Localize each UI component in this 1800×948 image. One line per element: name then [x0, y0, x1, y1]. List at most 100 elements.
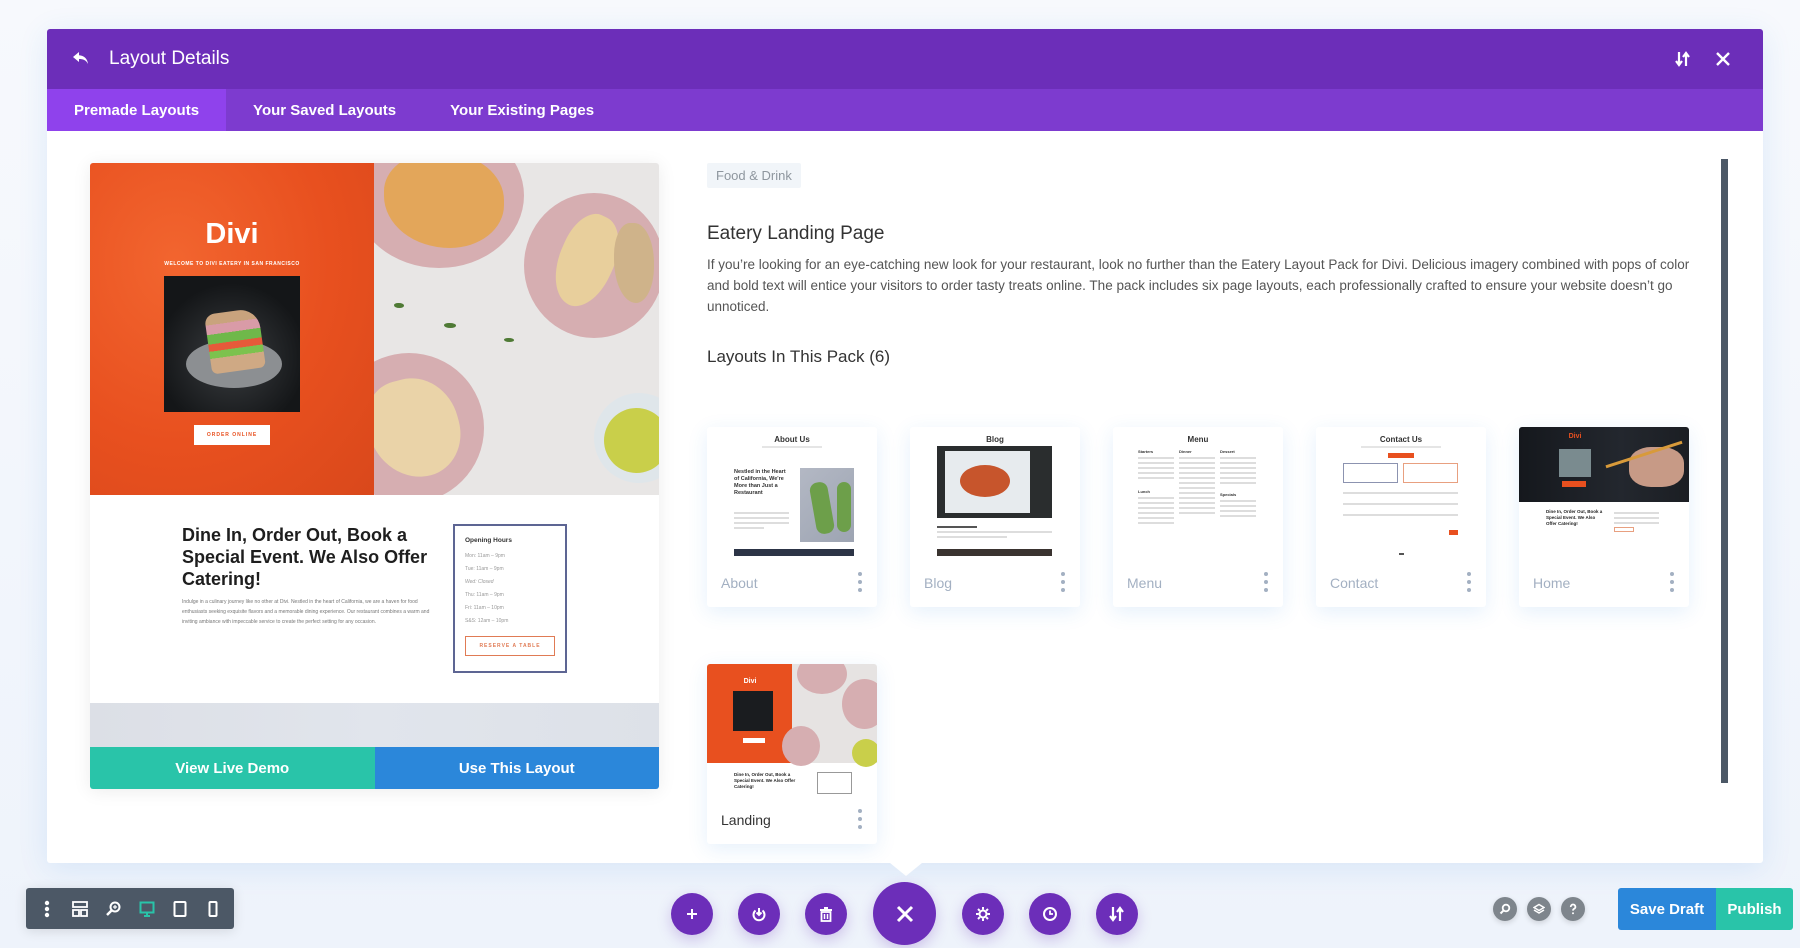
history-clock-icon	[1043, 907, 1057, 921]
thumb-title: About Us	[774, 435, 810, 444]
category-badge[interactable]: Food & Drink	[707, 163, 801, 188]
help-icon	[1569, 903, 1577, 915]
hero-orange-panel: Divi WELCOME TO DIVI EATERY IN SAN FRANC…	[90, 163, 374, 495]
reserve-table-button: RESERVE A TABLE	[465, 636, 555, 656]
load-from-library-button[interactable]	[738, 893, 780, 935]
history-button[interactable]	[1029, 893, 1071, 935]
layout-card-menu[interactable]	[1058, 572, 1068, 592]
hours-line: Mon: 11am – 9pm	[465, 553, 505, 559]
thumb-title: Blog	[986, 435, 1004, 444]
add-icon	[687, 909, 697, 919]
layout-title: Eatery Landing Page	[707, 223, 885, 244]
layout-thumbnail: About Us Nestled in the Heart of Califor…	[707, 427, 877, 557]
layers-icon	[1533, 903, 1545, 914]
hours-line: Fri: 11am – 10pm	[465, 605, 504, 611]
close-x-icon	[896, 905, 913, 922]
clear-layout-button[interactable]	[805, 893, 847, 935]
layout-card-blog[interactable]: Blog Blog	[910, 427, 1080, 607]
back-button[interactable]	[67, 45, 95, 73]
sort-button[interactable]	[1663, 39, 1703, 79]
layout-card-label: Blog	[924, 575, 953, 591]
layout-card-label: Home	[1533, 575, 1571, 591]
thumb-col: Dinner	[1179, 449, 1192, 454]
layout-card-landing[interactable]: Divi Dine In, Order Out, Book a Special …	[707, 664, 877, 844]
layout-card-label: Landing	[721, 812, 771, 828]
use-this-layout-button[interactable]: Use This Layout	[374, 747, 659, 789]
hours-line: Thu: 11am – 9pm	[465, 592, 504, 598]
publish-button[interactable]: Publish	[1716, 888, 1793, 930]
save-draft-button[interactable]: Save Draft	[1618, 888, 1716, 930]
add-button[interactable]	[671, 893, 713, 935]
modal-body: Divi WELCOME TO DIVI EATERY IN SAN FRANC…	[47, 131, 1763, 863]
settings-gear-icon	[976, 907, 990, 921]
layout-card-label: Menu	[1127, 575, 1163, 591]
layout-card-menu[interactable]: Menu Starters Lunch Dinner Dessert Speci…	[1113, 427, 1283, 607]
close-x-icon	[1716, 52, 1730, 66]
layout-description: If you’re looking for an eye-catching ne…	[707, 257, 1690, 314]
hero-order-button: ORDER ONLINE	[194, 425, 270, 445]
preview-footer-strip	[90, 703, 659, 747]
layout-preview: Divi WELCOME TO DIVI EATERY IN SAN FRANC…	[90, 163, 659, 789]
page-settings-button[interactable]	[962, 893, 1004, 935]
preview-info-section: Dine In, Order Out, Book a Special Event…	[90, 495, 659, 703]
hours-line: Tue: 11am – 9pm	[465, 566, 504, 572]
thumb-col: Lunch	[1138, 489, 1150, 494]
layout-details: Food & Drink Eatery Landing Page If you’…	[707, 163, 1707, 367]
portability-button[interactable]	[1096, 893, 1138, 935]
layout-thumbnail: Menu Starters Lunch Dinner Dessert Speci…	[1113, 427, 1283, 557]
thumb-col: Dessert	[1220, 449, 1235, 454]
tab-bar: Premade Layouts Your Saved Layouts Your …	[47, 89, 1763, 131]
trash-icon	[820, 906, 832, 922]
view-live-demo-button[interactable]: View Live Demo	[90, 747, 375, 789]
thumb-heading: Dine In, Order Out, Book a Special Event…	[734, 772, 796, 789]
layout-card-menu[interactable]	[855, 809, 865, 829]
layout-details-modal: Layout Details Premade Layouts Your Save…	[47, 29, 1763, 863]
sort-arrows-icon	[1675, 51, 1690, 67]
layout-thumbnail: Blog	[910, 427, 1080, 557]
tab-existing-pages[interactable]: Your Existing Pages	[423, 89, 621, 131]
thumb-col: Specials	[1220, 492, 1237, 497]
layout-card-home[interactable]: Divi Dine In, Order Out, Book a Special …	[1519, 427, 1689, 607]
hero-brand: Divi	[205, 218, 259, 250]
layout-card-about[interactable]: About Us Nestled in the Heart of Califor…	[707, 427, 877, 607]
layout-card-menu[interactable]	[1464, 572, 1474, 592]
details-scrollbar[interactable]	[1721, 159, 1728, 783]
layout-thumbnail: Divi Dine In, Order Out, Book a Special …	[707, 664, 877, 794]
opening-hours-box: Opening Hours Mon: 11am – 9pm Tue: 11am …	[453, 524, 567, 673]
preview-info-paragraph: Indulge in a culinary journey like no ot…	[182, 599, 430, 625]
tab-saved-layouts[interactable]: Your Saved Layouts	[226, 89, 423, 131]
modal-header: Layout Details	[47, 29, 1763, 89]
layers-button[interactable]	[1527, 897, 1551, 921]
thumb-title: Divi	[1568, 433, 1582, 440]
hero-food-image	[374, 163, 659, 495]
find-modules-button[interactable]	[1493, 897, 1517, 921]
help-button[interactable]	[1561, 897, 1585, 921]
preview-info-heading: Dine In, Order Out, Book a Special Event…	[182, 525, 428, 589]
preview-hero: Divi WELCOME TO DIVI EATERY IN SAN FRANC…	[90, 163, 659, 495]
hours-title: Opening Hours	[465, 537, 512, 544]
layout-card-menu[interactable]	[855, 572, 865, 592]
layout-card-menu[interactable]	[1667, 572, 1677, 592]
layout-card-menu[interactable]	[1261, 572, 1271, 592]
modal-title: Layout Details	[109, 48, 230, 69]
hero-sandwich-image	[164, 276, 300, 412]
portability-arrows-icon	[1109, 906, 1124, 922]
hero-tagline: WELCOME TO DIVI EATERY IN SAN FRANCISCO	[164, 261, 300, 267]
power-icon	[752, 908, 766, 922]
preview-actions: View Live Demo Use This Layout	[90, 747, 659, 789]
thumb-heading: Dine In, Order Out, Book a Special Event…	[1546, 509, 1603, 526]
layout-thumbnail: Contact Us	[1316, 427, 1486, 557]
thumb-title: Contact Us	[1379, 435, 1423, 444]
layout-thumbnail: Divi Dine In, Order Out, Book a Special …	[1519, 427, 1689, 557]
layout-card-contact[interactable]: Contact Us Contact	[1316, 427, 1486, 607]
publish-toolbar: Save Draft Publish	[1493, 888, 1793, 930]
thumb-title: Menu	[1187, 435, 1209, 444]
close-toolbar-button[interactable]	[873, 882, 936, 945]
hours-line: S&S: 12am – 10pm	[465, 618, 509, 624]
thumb-heading: Nestled in the Heart of California, We'r…	[734, 469, 786, 496]
tab-premade-layouts[interactable]: Premade Layouts	[47, 89, 227, 131]
search-icon	[1499, 903, 1511, 915]
layouts-in-pack-heading: Layouts In This Pack (6)	[707, 347, 890, 366]
close-button[interactable]	[1703, 39, 1743, 79]
undo-arrow-icon	[73, 52, 88, 64]
